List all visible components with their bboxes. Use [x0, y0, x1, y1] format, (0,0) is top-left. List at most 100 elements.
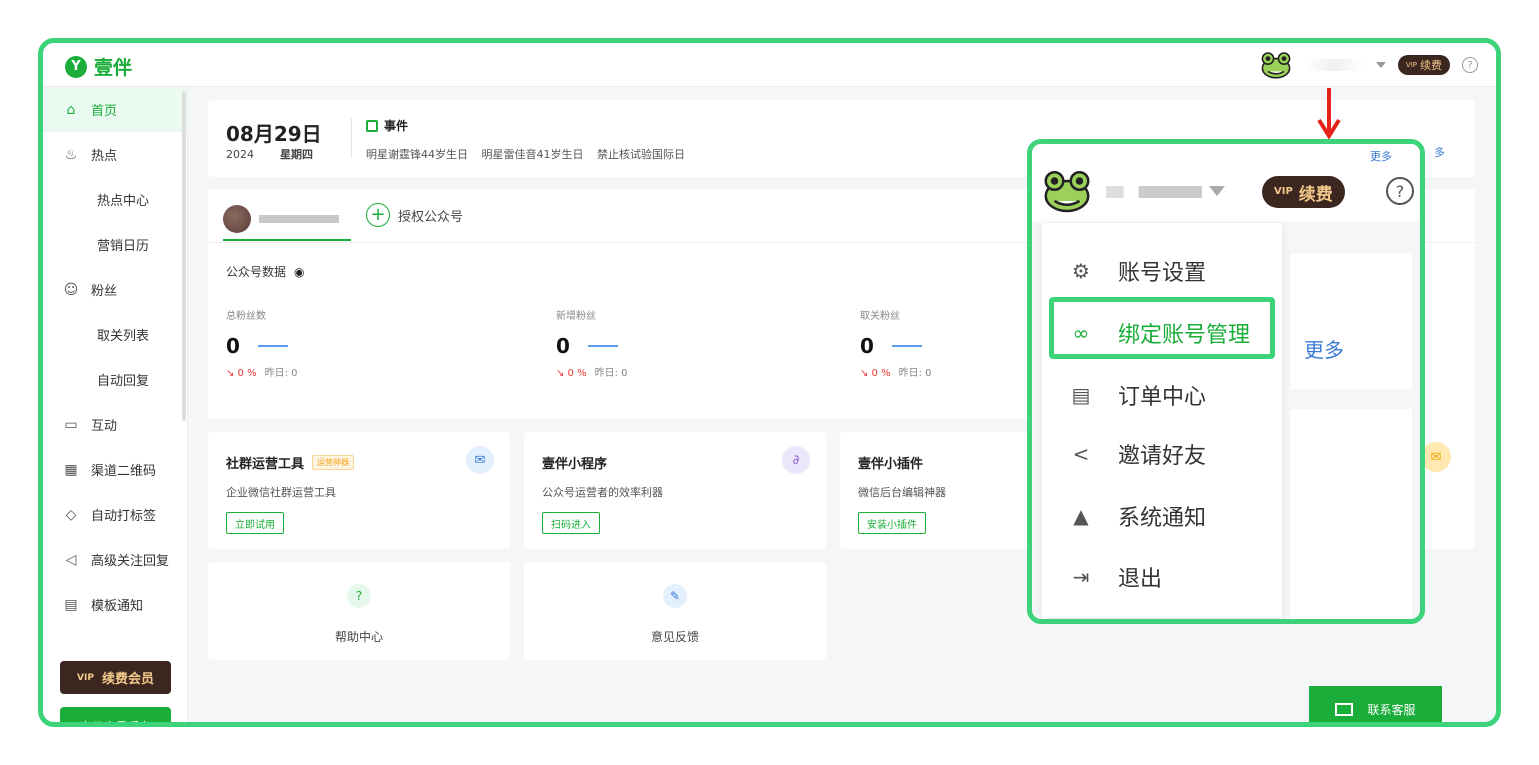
feedback-label: 意见反馈 [650, 630, 699, 644]
question-icon: ? [347, 584, 371, 608]
right-panel-card [1290, 254, 1412, 389]
account-avatar [223, 205, 251, 233]
sidebar-item-auto-reply[interactable]: 自动回复 [43, 357, 187, 402]
sidebar-item-advanced-follow-reply[interactable]: ◁ 高级关注回复 [43, 537, 187, 582]
renew-vip-button[interactable]: VIP 续费 [1397, 55, 1450, 75]
bell-icon: ▲ [1073, 504, 1089, 528]
menu-item-logout[interactable]: ⇥ 退出 [1042, 546, 1282, 608]
user-icon: ☺ [63, 281, 79, 298]
tool-title: 社群运营工具 运营神器 [226, 453, 355, 472]
try-now-button[interactable]: 立即试用 [226, 512, 284, 534]
user-avatar[interactable] [1042, 166, 1092, 216]
account-tab[interactable] [223, 199, 351, 241]
contact-label: 联系客服 [1367, 702, 1416, 717]
vip-crown-icon: VIP [1405, 61, 1417, 69]
tool-title-label: 壹伴小程序 [542, 457, 608, 472]
sidebar-item-label: 互动 [91, 419, 118, 434]
zoomed-user-menu: VIP 续费 ? 更多 更多 ⚙ 账号设置 ∞ 绑定账号管理 ▤ 订单中心 < … [1027, 139, 1425, 624]
vip-member-button[interactable]: VIP 续费会员 [60, 661, 171, 694]
today-weekday: 星期四 [280, 148, 313, 161]
sidebar-item-auto-tag[interactable]: ◇ 自动打标签 [43, 492, 187, 537]
sidebar-item-unfollow-list[interactable]: 取关列表 [43, 312, 187, 357]
qrcode-icon: ▦ [64, 461, 78, 478]
sidebar-item-hot-center[interactable]: 热点中心 [43, 177, 187, 222]
edit-icon: ✎ [663, 584, 687, 608]
metric-sub: ↘ 0 % 昨日: 0 [556, 364, 836, 379]
divider [351, 118, 352, 158]
help-center-card[interactable]: ? 帮助中心 [208, 562, 510, 660]
tag-icon: ◇ [65, 506, 77, 523]
sidebar-item-label: 营销日历 [97, 239, 150, 254]
tool-title-label: 壹伴小插件 [858, 457, 924, 472]
sparkline [257, 345, 288, 347]
menu-item-account-settings[interactable]: ⚙ 账号设置 [1042, 240, 1282, 302]
sidebar-item-interaction[interactable]: ▭ 互动 [43, 402, 187, 447]
scan-enter-button[interactable]: 扫码进入 [542, 512, 600, 534]
sidebar-item-channel-qrcode[interactable]: ▦ 渠道二维码 [43, 447, 187, 492]
brand-logo-icon: Y [65, 55, 87, 78]
help-icon[interactable]: ? [1386, 177, 1414, 205]
feedback-card[interactable]: ✎ 意见反馈 [524, 562, 826, 660]
menu-item-invite[interactable]: < 邀请好友 [1042, 423, 1282, 485]
menu-item-label: 退出 [1118, 567, 1163, 592]
tool-desc: 企业微信社群运营工具 [226, 486, 336, 499]
authorize-label: 授权公众号 [398, 209, 464, 225]
sidebar-item-home[interactable]: ⌂ 首页 [43, 87, 187, 132]
menu-item-orders[interactable]: ▤ 订单中心 [1042, 364, 1282, 426]
sidebar-item-label: 渠道二维码 [91, 464, 157, 479]
event-item[interactable]: 明星谢霆锋44岁生日 [366, 148, 468, 161]
brand-logo[interactable]: Y 壹伴 [65, 53, 132, 80]
brand-name: 壹伴 [94, 57, 133, 79]
plus-icon: + [366, 203, 390, 227]
tool-title-label: 社群运营工具 [226, 457, 305, 472]
event-item[interactable]: 禁止核试验国际日 [597, 148, 685, 161]
tool-card-miniprogram[interactable]: 壹伴小程序 公众号运营者的效率利器 扫码进入 ∂ [524, 432, 826, 549]
renew-label: 续费 [1420, 59, 1442, 72]
tool-card-plugin[interactable]: 壹伴小插件 微信后台编辑神器 安装小插件 [840, 432, 1040, 549]
sidebar-item-hot[interactable]: ♨ 热点 [43, 132, 187, 177]
sidebar-item-template-notice[interactable]: ▤ 模板通知 [43, 582, 187, 627]
authorize-account-button[interactable]: + 授权公众号 [366, 203, 463, 227]
eye-icon[interactable]: ◉ [294, 265, 304, 279]
user-dropdown-caret-icon[interactable] [1375, 62, 1386, 68]
user-avatar[interactable] [1260, 50, 1292, 80]
vip-crown-icon: VIP [1274, 186, 1293, 197]
metric-label: 新增粉丝 [556, 311, 596, 322]
menu-item-notifications[interactable]: ▲ 系统通知 [1042, 485, 1282, 547]
envelope-icon [1335, 702, 1354, 716]
sidebar-item-label: 自动回复 [97, 374, 150, 389]
account-data-label: 公众号数据 [226, 265, 287, 279]
renew-vip-button[interactable]: VIP 续费 [1262, 176, 1345, 208]
sidebar-scrollbar[interactable] [182, 91, 186, 421]
tool-tag: 运营神器 [312, 455, 355, 470]
sidebar-item-label: 首页 [91, 104, 118, 119]
tool-title: 壹伴小插件 [858, 453, 923, 472]
today-date: 08月29日 [226, 122, 322, 146]
sidebar-item-label: 粉丝 [91, 284, 118, 299]
event-item[interactable]: 明星雷佳音41岁生日 [482, 148, 584, 161]
metric-value-row: 0 [226, 334, 506, 358]
account-name-redacted [259, 215, 339, 223]
tool-title: 壹伴小程序 [542, 453, 607, 472]
vip-crown-icon: VIP [77, 672, 94, 683]
help-icon[interactable]: ? [1462, 57, 1478, 73]
events-more-link[interactable]: 多 [1434, 144, 1445, 160]
zoomed-header: VIP 续费 ? [1032, 144, 1420, 222]
chevron-down-icon[interactable] [1209, 186, 1225, 196]
share-icon: < [1072, 442, 1090, 466]
go-backend-button[interactable]: 去公众号后台 [60, 707, 171, 722]
more-link[interactable]: 更多 [1304, 334, 1344, 363]
sidebar-item-label: 热点中心 [97, 194, 150, 209]
install-plugin-button[interactable]: 安装小插件 [858, 512, 926, 534]
contact-support-button[interactable]: 联系客服 [1309, 686, 1442, 722]
sidebar-item-fans[interactable]: ☺ 粉丝 [43, 267, 187, 312]
user-name-redacted [1106, 186, 1202, 198]
sidebar-item-marketing-calendar[interactable]: 营销日历 [43, 222, 187, 267]
tool-card-community[interactable]: 社群运营工具 运营神器 企业微信社群运营工具 立即试用 ✉ [208, 432, 510, 549]
home-icon: ⌂ [66, 101, 76, 118]
sidebar: ⌂ 首页 ♨ 热点 热点中心 营销日历 ☺ 粉丝 取关列表 自动回复 ▭ 互动 … [43, 87, 188, 722]
events-more-link[interactable]: 更多 [1370, 148, 1392, 164]
mail-icon[interactable]: ✉ [1421, 442, 1451, 472]
fire-icon: ♨ [64, 146, 78, 163]
menu-item-label: 订单中心 [1118, 385, 1207, 410]
